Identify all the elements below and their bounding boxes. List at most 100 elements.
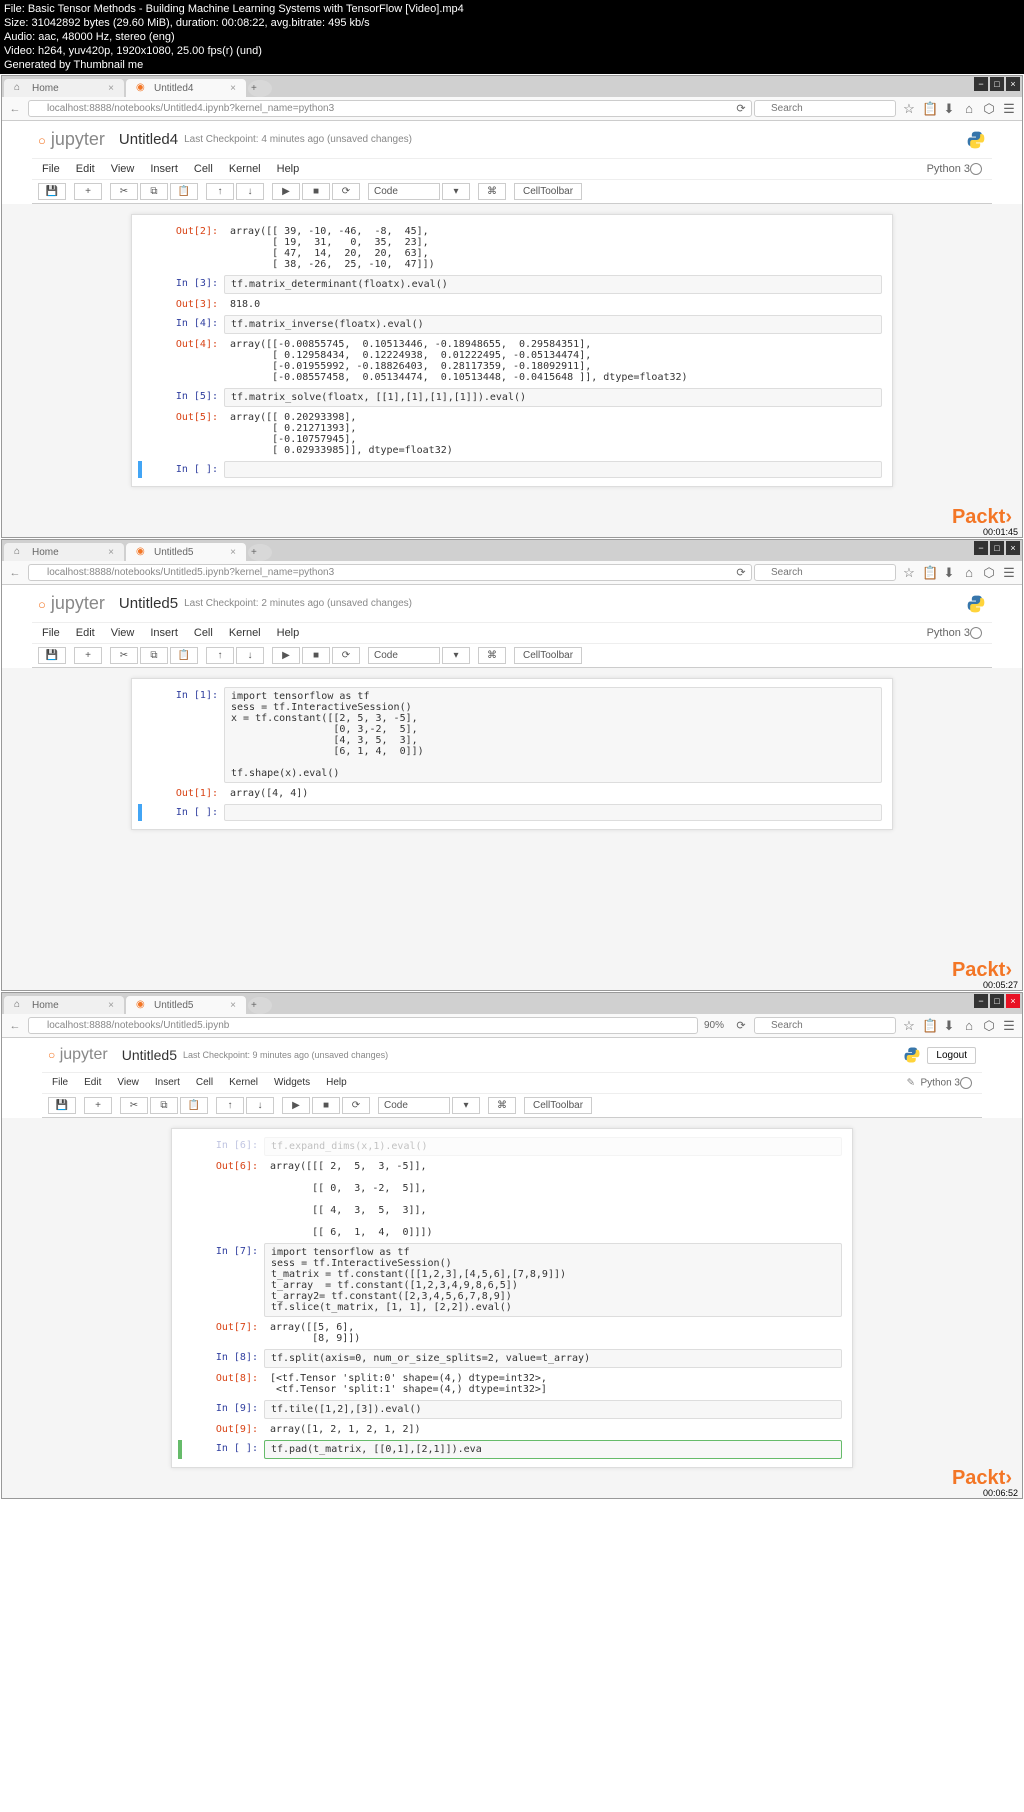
menu-file[interactable]: File	[42, 163, 60, 175]
maximize-button[interactable]: □	[990, 77, 1004, 91]
menu-kernel[interactable]: Kernel	[229, 163, 261, 175]
menu-icon[interactable]: ☰	[1002, 565, 1016, 581]
save-button[interactable]: 💾	[48, 1097, 76, 1114]
save-button[interactable]: 💾	[38, 183, 66, 200]
move-up-button[interactable]: ↑	[216, 1097, 244, 1114]
menu-cell[interactable]: Cell	[194, 627, 213, 639]
pocket-icon[interactable]: ⬡	[982, 565, 996, 581]
command-palette-button[interactable]: ⌘	[478, 183, 506, 200]
search-input[interactable]	[754, 100, 896, 117]
copy-button[interactable]: ⧉	[150, 1097, 178, 1114]
code-cell[interactable]: import tensorflow as tf sess = tf.Intera…	[264, 1243, 842, 1317]
close-button[interactable]: ×	[1006, 994, 1020, 1008]
save-button[interactable]: 💾	[38, 647, 66, 664]
reload-button[interactable]: ⟳	[734, 102, 748, 115]
menu-cell[interactable]: Cell	[196, 1077, 213, 1089]
menu-view[interactable]: View	[111, 627, 135, 639]
menu-edit[interactable]: Edit	[84, 1077, 101, 1089]
move-down-button[interactable]: ↓	[246, 1097, 274, 1114]
add-cell-button[interactable]: +	[74, 183, 102, 200]
reload-button[interactable]: ⟳	[734, 566, 748, 579]
code-cell[interactable]: tf.matrix_solve(floatx, [[1],[1],[1],[1]…	[224, 388, 882, 407]
menu-widgets[interactable]: Widgets	[274, 1077, 310, 1089]
home-icon[interactable]: ⌂	[962, 101, 976, 116]
menu-kernel[interactable]: Kernel	[229, 627, 261, 639]
dropdown-icon[interactable]: ▾	[442, 647, 470, 664]
cell-type-select[interactable]: Code	[378, 1097, 450, 1114]
notebook-title[interactable]: Untitled4	[119, 131, 178, 148]
menu-edit[interactable]: Edit	[76, 627, 95, 639]
back-button[interactable]: ←	[8, 103, 22, 115]
code-cell[interactable]: tf.tile([1,2],[3]).eval()	[264, 1400, 842, 1419]
cell-type-select[interactable]: Code	[368, 647, 440, 664]
minimize-button[interactable]: −	[974, 541, 988, 555]
new-tab-button[interactable]: +	[248, 544, 272, 561]
address-bar[interactable]	[28, 1017, 698, 1034]
tab-notebook[interactable]: ◉Untitled5×	[126, 996, 246, 1014]
home-icon[interactable]: ⌂	[962, 1018, 976, 1033]
address-bar[interactable]	[28, 564, 752, 581]
menu-insert[interactable]: Insert	[150, 627, 178, 639]
code-cell[interactable]	[224, 461, 882, 478]
code-cell[interactable]: import tensorflow as tf sess = tf.Intera…	[224, 687, 882, 783]
tab-home[interactable]: ⌂Home×	[4, 79, 124, 97]
star-icon[interactable]: ☆	[902, 101, 916, 117]
close-icon[interactable]: ×	[108, 1000, 114, 1011]
cell-toolbar-button[interactable]: CellToolbar	[514, 183, 582, 200]
restart-button[interactable]: ⟳	[332, 183, 360, 200]
tab-home[interactable]: ⌂Home×	[4, 996, 124, 1014]
menu-view[interactable]: View	[111, 163, 135, 175]
cell-type-select[interactable]: Code	[368, 183, 440, 200]
maximize-button[interactable]: □	[990, 994, 1004, 1008]
tab-notebook[interactable]: ◉Untitled5×	[126, 543, 246, 561]
paste-button[interactable]: 📋	[170, 183, 198, 200]
stop-button[interactable]: ■	[302, 647, 330, 664]
reload-button[interactable]: ⟳	[734, 1019, 748, 1032]
back-button[interactable]: ←	[8, 567, 22, 579]
zoom-level[interactable]: 90%	[704, 1020, 724, 1031]
run-button[interactable]: ▶	[282, 1097, 310, 1114]
paste-button[interactable]: 📋	[180, 1097, 208, 1114]
home-icon[interactable]: ⌂	[962, 565, 976, 580]
close-icon[interactable]: ×	[108, 83, 114, 94]
close-button[interactable]: ×	[1006, 541, 1020, 555]
new-tab-button[interactable]: +	[248, 80, 272, 97]
search-input[interactable]	[754, 564, 896, 581]
notebook-title[interactable]: Untitled5	[122, 1047, 177, 1063]
menu-file[interactable]: File	[52, 1077, 68, 1089]
cell-toolbar-button[interactable]: CellToolbar	[524, 1097, 592, 1114]
run-button[interactable]: ▶	[272, 183, 300, 200]
logout-button[interactable]: Logout	[927, 1047, 976, 1064]
clipboard-icon[interactable]: 📋	[922, 101, 936, 117]
star-icon[interactable]: ☆	[902, 1018, 916, 1034]
jupyter-logo[interactable]: ○ jupyter	[38, 593, 105, 614]
code-cell[interactable]: tf.matrix_inverse(floatx).eval()	[224, 315, 882, 334]
code-cell[interactable]	[224, 804, 882, 821]
paste-button[interactable]: 📋	[170, 647, 198, 664]
cut-button[interactable]: ✂	[120, 1097, 148, 1114]
maximize-button[interactable]: □	[990, 541, 1004, 555]
command-palette-button[interactable]: ⌘	[488, 1097, 516, 1114]
tab-home[interactable]: ⌂Home×	[4, 543, 124, 561]
copy-button[interactable]: ⧉	[140, 647, 168, 664]
close-button[interactable]: ×	[1006, 77, 1020, 91]
pocket-icon[interactable]: ⬡	[982, 101, 996, 117]
star-icon[interactable]: ☆	[902, 565, 916, 581]
clipboard-icon[interactable]: 📋	[922, 1018, 936, 1034]
minimize-button[interactable]: −	[974, 994, 988, 1008]
dropdown-icon[interactable]: ▾	[442, 183, 470, 200]
cut-button[interactable]: ✂	[110, 183, 138, 200]
menu-insert[interactable]: Insert	[155, 1077, 180, 1089]
back-button[interactable]: ←	[8, 1020, 22, 1032]
menu-icon[interactable]: ☰	[1002, 1018, 1016, 1034]
clipboard-icon[interactable]: 📋	[922, 565, 936, 581]
cut-button[interactable]: ✂	[110, 647, 138, 664]
command-palette-button[interactable]: ⌘	[478, 647, 506, 664]
tab-notebook[interactable]: ◉Untitled4×	[126, 79, 246, 97]
menu-edit[interactable]: Edit	[76, 163, 95, 175]
search-input[interactable]	[754, 1017, 896, 1034]
jupyter-logo[interactable]: ○ jupyter	[38, 129, 105, 150]
run-button[interactable]: ▶	[272, 647, 300, 664]
code-cell[interactable]: tf.matrix_determinant(floatx).eval()	[224, 275, 882, 294]
stop-button[interactable]: ■	[302, 183, 330, 200]
